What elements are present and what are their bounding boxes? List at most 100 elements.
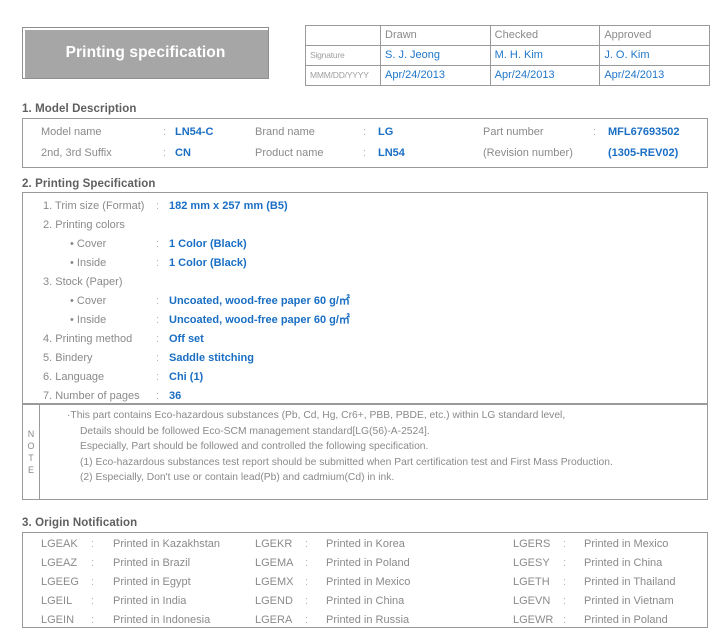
colon: : [563,614,567,626]
note-letter-n: N [27,428,35,439]
origin-code: LGEND [255,595,293,607]
label-brand-name: Brand name [255,126,315,138]
origin-code: LGERS [513,538,551,550]
note-line: Details should be followed Eco-SCM manag… [80,425,430,437]
spec-row-stock-paper: 3. Stock (Paper) [23,273,707,292]
origin-text: Printed in Brazil [113,557,191,569]
origin-code: LGEMA [255,557,294,569]
label-printing-colors: 2. Printing colors [43,219,125,231]
label-product-name: Product name [255,147,324,159]
origin-text: Printed in China [326,595,405,607]
origin-code: LGEAZ [41,557,78,569]
origin-code: LGEWR [513,614,554,626]
signature-checked: M. H. Kim [489,45,601,66]
origin-text: Printed in China [584,557,663,569]
label-colors-cover: • Cover [70,238,107,250]
origin-code: LGERA [255,614,293,626]
colon: : [305,557,309,569]
origin-text: Printed in Poland [584,614,668,626]
section-heading-printing-specification: 2. Printing Specification [22,178,156,190]
value-printing-method: Off set [169,333,204,345]
value-colors-cover: 1 Color (Black) [169,238,247,250]
approval-header-row: Drawn Checked Approved [305,25,710,46]
colon: : [563,576,567,588]
approval-date-row: MMM/DD/YYYY Apr/24/2013 Apr/24/2013 Apr/… [305,65,710,86]
approval-corner-cell [305,25,381,46]
signature-approved: J. O. Kim [599,45,710,66]
value-revision-number: (1305-REV02) [608,147,679,159]
note-box: N O T E ·This part contains Eco-hazardou… [22,404,708,500]
spec-row-printing-colors: 2. Printing colors [23,216,707,235]
approval-signature-row: Signature S. J. Jeong M. H. Kim J. O. Ki… [305,45,710,66]
note-letter-e: E [27,464,34,475]
colon: : [91,557,95,569]
origin-code: LGEVN [513,595,551,607]
colon: : [593,126,597,138]
origin-text: Printed in India [113,595,187,607]
note-letter-t: T [28,452,34,463]
label-revision-number: (Revision number) [483,147,573,159]
label-language: 6. Language [43,371,105,383]
colon: : [156,295,160,307]
colon: : [163,126,167,138]
spec-row-stock-cover: • Cover : Uncoated, wood-free paper 60 g… [23,292,707,311]
origin-text: Printed in Korea [326,538,405,550]
date-checked: Apr/24/2013 [489,65,601,86]
colon: : [305,595,309,607]
approval-column-checked: Checked [489,25,601,46]
colon: : [156,333,160,345]
note-line: (2) Especially, Don't use or contain lea… [80,472,395,483]
label-printing-method: 4. Printing method [43,333,133,345]
document-header: Printing specification Drawn Checked App… [0,0,720,96]
signature-drawn: S. J. Jeong [380,45,491,66]
approval-column-drawn: Drawn [380,25,491,46]
colon: : [91,576,95,588]
origin-text: Printed in Poland [326,557,410,569]
value-colors-inside: 1 Color (Black) [169,257,247,269]
origin-code: LGEIN [41,614,75,626]
spec-row-colors-cover: • Cover : 1 Color (Black) [23,235,707,254]
colon: : [156,314,160,326]
table-row: LGEAK : Printed in Kazakhstan LGEKR : Pr… [23,535,707,554]
colon: : [156,352,160,364]
origin-text: Printed in Thailand [584,576,676,588]
colon: : [91,614,95,626]
label-trim-size: 1. Trim size (Format) [43,200,145,212]
note-text-block: ·This part contains Eco-hazardous substa… [40,408,707,486]
value-product-name: LN54 [378,147,405,159]
colon: : [305,538,309,550]
origin-text: Printed in Russia [326,614,410,626]
label-part-number: Part number [483,126,544,138]
table-row: Model name : LN54-C Brand name : LG Part… [23,122,707,143]
note-line: (1) Eco-hazardous substances test report… [80,456,613,468]
spec-row-trim-size: 1. Trim size (Format) : 182 mm x 257 mm … [23,197,707,216]
colon: : [91,595,95,607]
document-title: Printing specification [65,44,226,61]
approval-signature-table: Drawn Checked Approved Signature S. J. J… [305,25,710,86]
note-line: ·This part contains Eco-hazardous substa… [67,410,566,421]
document-title-banner: Printing specification [22,27,269,79]
origin-code: LGEMX [255,576,294,588]
spec-row-bindery: 5. Bindery : Saddle stitching [23,349,707,368]
date-approved: Apr/24/2013 [599,65,710,86]
colon: : [156,371,160,383]
value-model-name: LN54-C [175,126,214,138]
origin-text: Printed in Indonesia [113,614,211,626]
colon: : [156,238,160,250]
spec-row-printing-method: 4. Printing method : Off set [23,330,707,349]
label-stock-cover: • Cover [70,295,107,307]
colon: : [156,200,160,212]
colon: : [563,557,567,569]
table-row: LGEAZ : Printed in Brazil LGEMA : Printe… [23,554,707,573]
colon: : [163,147,167,159]
origin-code: LGEIL [41,595,73,607]
value-suffix: CN [175,147,191,159]
origin-text: Printed in Vietnam [584,595,674,607]
approval-column-approved: Approved [599,25,710,46]
origin-text: Printed in Kazakhstan [113,538,221,550]
date-drawn: Apr/24/2013 [380,65,491,86]
origin-code: LGETH [513,576,550,588]
label-model-name: Model name [41,126,102,138]
label-stock-inside: • Inside [70,314,107,326]
table-row: LGEIN : Printed in Indonesia LGERA : Pri… [23,611,707,630]
